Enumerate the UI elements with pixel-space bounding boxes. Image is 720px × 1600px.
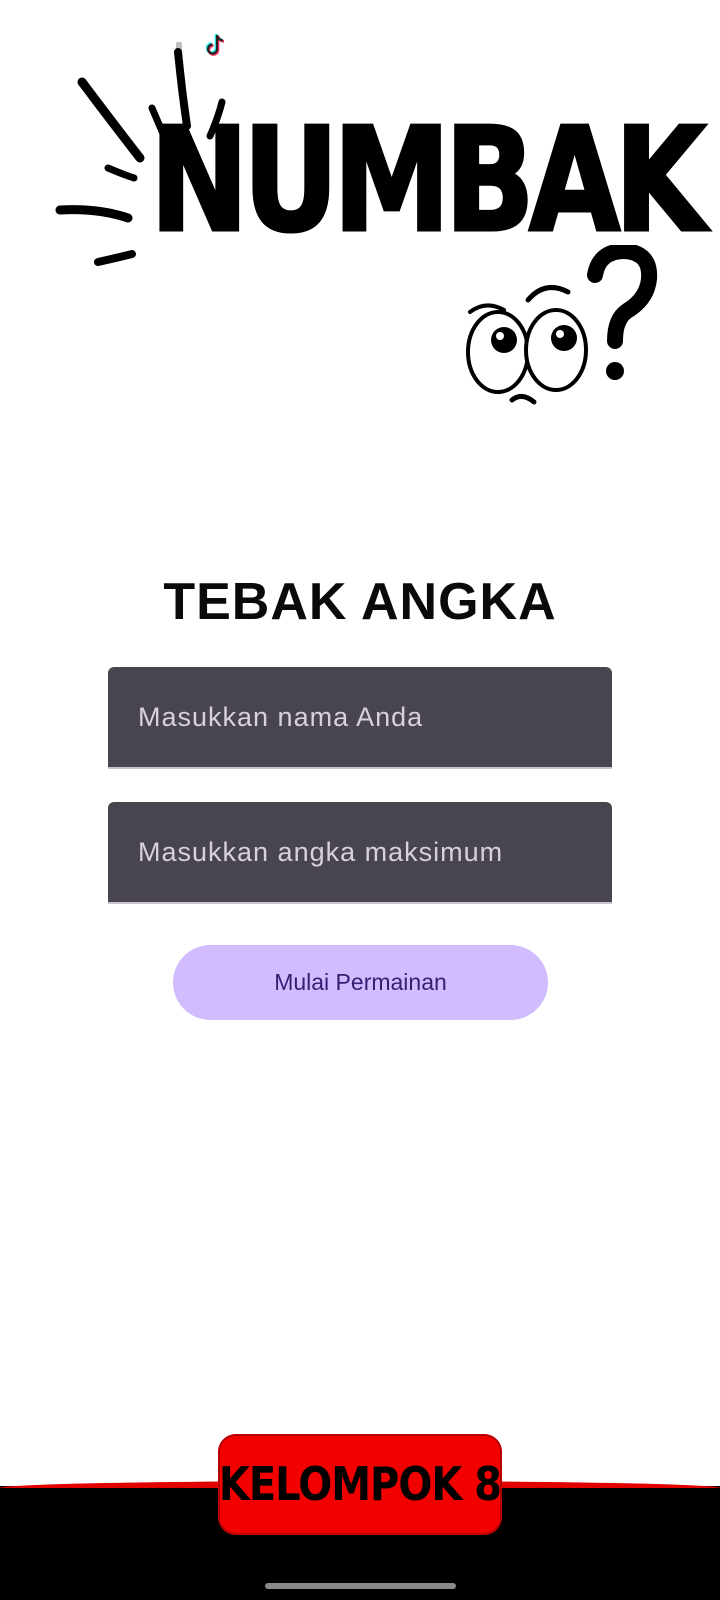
logo-text: NUMBAK (149, 97, 708, 265)
max-number-input[interactable] (108, 802, 612, 902)
start-game-button[interactable]: Mulai Permainan (173, 945, 548, 1020)
home-indicator[interactable] (265, 1583, 456, 1589)
name-field[interactable] (108, 667, 612, 769)
max-number-field[interactable] (108, 802, 612, 904)
page-title: TEBAK ANGKA (163, 573, 557, 631)
question-mark-icon (587, 245, 658, 380)
confused-eyes-icon (466, 285, 588, 405)
group-badge-text: KELOMPOK 8 (218, 1458, 502, 1511)
app-logo: NUMBAK (50, 40, 707, 420)
name-input[interactable] (108, 667, 612, 767)
group-badge: KELOMPOK 8 (218, 1434, 502, 1535)
